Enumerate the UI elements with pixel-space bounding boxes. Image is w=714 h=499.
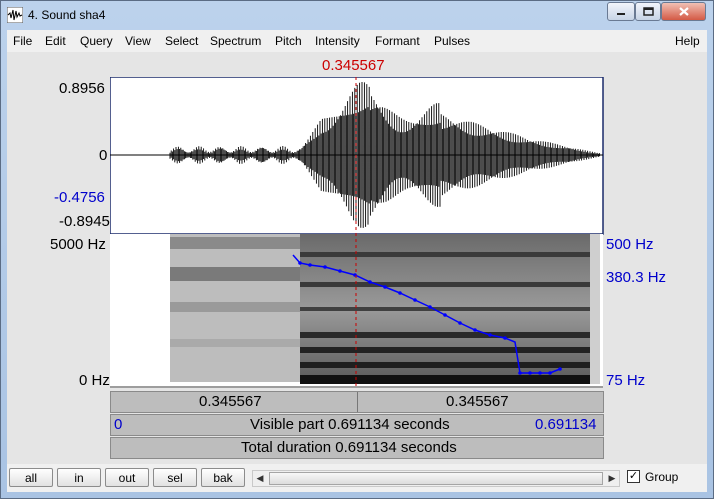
spectrogram-image (170, 234, 600, 384)
pitch-bottom-label: 75 Hz (606, 372, 646, 389)
scroll-right-icon[interactable]: ▶ (605, 471, 619, 486)
bottom-bar: all in out sel bak ◀ ▶ ✓ Group (7, 464, 707, 492)
zoom-in-button[interactable]: in (57, 468, 101, 487)
title-bar[interactable]: 4. Sound sha4 (1, 1, 713, 29)
menu-formant[interactable]: Formant (375, 34, 420, 48)
pitch-top-label: 500 Hz (606, 236, 654, 253)
menu-select[interactable]: Select (165, 34, 198, 48)
right-segment-duration: 0.345567 (446, 393, 509, 410)
menu-query[interactable]: Query (80, 34, 113, 48)
minimize-icon (617, 12, 625, 15)
menu-pulses[interactable]: Pulses (434, 34, 470, 48)
time-scrollbar[interactable]: ◀ ▶ (252, 470, 620, 487)
scroll-left-icon[interactable]: ◀ (253, 471, 267, 486)
minimize-button[interactable] (607, 2, 635, 21)
zoom-out-button[interactable]: out (105, 468, 149, 487)
menu-file[interactable]: File (13, 34, 32, 48)
amp-cursor-label: -0.4756 (54, 189, 105, 206)
maximize-button[interactable] (635, 2, 661, 21)
amp-max-label: 0.8956 (59, 80, 105, 97)
visible-part-row[interactable]: 0 Visible part 0.691134 seconds 0.691134 (110, 414, 604, 436)
maximize-icon (642, 7, 654, 16)
left-segment-duration: 0.345567 (199, 393, 262, 410)
amp-zero-label: 0 (99, 147, 108, 164)
signal-view[interactable] (110, 77, 604, 391)
praat-app-icon (7, 7, 23, 23)
group-checkbox[interactable]: ✓ (627, 470, 640, 483)
window-title: 4. Sound sha4 (28, 8, 106, 22)
zoom-sel-button[interactable]: sel (153, 468, 197, 487)
selection-row[interactable]: 0.345567 0.345567 (110, 391, 604, 413)
group-label: Group (645, 470, 679, 484)
menu-pitch[interactable]: Pitch (275, 34, 302, 48)
total-duration-label: Total duration 0.691134 seconds (241, 439, 457, 456)
menu-view[interactable]: View (125, 34, 151, 48)
menu-edit[interactable]: Edit (45, 34, 66, 48)
visible-end-label: 0.691134 (535, 416, 597, 433)
pitch-value-label: 380.3 Hz (606, 269, 667, 286)
menu-intensity[interactable]: Intensity (315, 34, 360, 48)
total-duration-row[interactable]: Total duration 0.691134 seconds (110, 437, 604, 459)
freq-bottom-label: 0 Hz (79, 372, 110, 389)
zoom-all-button[interactable]: all (9, 468, 53, 487)
cursor-time-label: 0.345567 (322, 57, 385, 74)
scroll-thumb[interactable] (269, 472, 603, 485)
menu-bar: File Edit Query View Select Spectrum Pit… (7, 30, 707, 52)
visible-start-label: 0 (114, 416, 123, 433)
editor-client: File Edit Query View Select Spectrum Pit… (7, 30, 707, 492)
editor-window: 4. Sound sha4 File Edit Query View Selec… (0, 0, 714, 499)
visible-part-label: Visible part 0.691134 seconds (250, 416, 450, 433)
sound-area: 0.345567 0.8956 0 -0.4756 -0.8945 5000 H… (7, 52, 707, 466)
menu-help[interactable]: Help (675, 34, 700, 48)
close-icon (678, 7, 689, 16)
menu-spectrum[interactable]: Spectrum (210, 34, 261, 48)
amp-min-label: -0.8945 (59, 213, 110, 230)
close-button[interactable] (661, 2, 706, 21)
zoom-back-button[interactable]: bak (201, 468, 245, 487)
freq-top-label: 5000 Hz (50, 236, 106, 253)
